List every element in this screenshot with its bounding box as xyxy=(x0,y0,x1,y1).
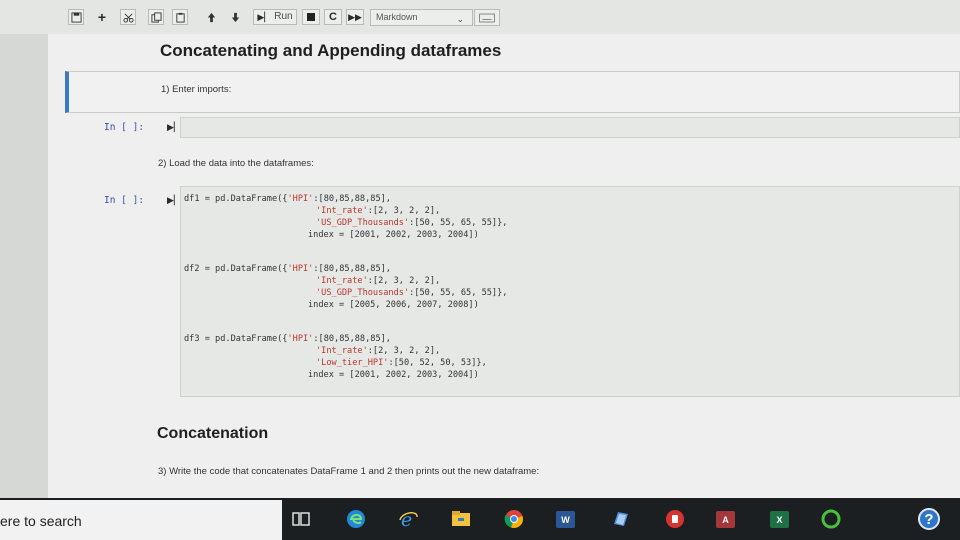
move-up-icon[interactable] xyxy=(203,9,219,25)
add-cell-button[interactable]: + xyxy=(94,9,110,25)
excel-icon[interactable]: X xyxy=(770,511,789,528)
page-margin xyxy=(0,34,48,498)
run-button[interactable]: ▶▏ Run xyxy=(253,9,297,25)
code-line: df3 = pd.DataFrame({'HPI':[80,85,88,85], xyxy=(184,334,391,344)
copy-icon[interactable] xyxy=(148,9,164,25)
run-icon: ▶▏ xyxy=(257,12,272,22)
step-2-text: 2) Load the data into the dataframes: xyxy=(158,158,314,169)
internet-explorer-icon[interactable]: e xyxy=(398,508,420,530)
access-icon[interactable]: A xyxy=(716,511,735,528)
cell-prompt-1: In [ ]: xyxy=(104,122,145,133)
step-1-text: 1) Enter imports: xyxy=(161,84,232,95)
code-line: 'Low_tier_HPI':[50, 52, 50, 53]}, xyxy=(316,358,487,368)
heading-concatenation: Concatenation xyxy=(157,425,269,442)
cell-type-select[interactable]: Markdown ⌄ xyxy=(370,9,473,26)
run-cell-icon[interactable]: ▶▏ xyxy=(167,195,181,206)
notebook-toolbar: + ▶▏ Run C ▶▶ Markdown ⌄ xyxy=(0,0,960,34)
step-3-text: 3) Write the code that concatenates Data… xyxy=(158,466,540,477)
code-line: index = [2001, 2002, 2003, 2004]) xyxy=(308,370,479,380)
code-cell-imports[interactable] xyxy=(180,117,960,138)
code-line: 'Int_rate':[2, 3, 2, 2], xyxy=(316,206,441,216)
code-line: df1 = pd.DataFrame({'HPI':[80,85,88,85], xyxy=(184,194,391,204)
paste-icon[interactable] xyxy=(172,9,188,25)
code-line: index = [2001, 2002, 2003, 2004]) xyxy=(308,230,479,240)
heading-concatenating-appending: Concatenating and Appending dataframes xyxy=(160,41,502,60)
code-line: index = [2005, 2006, 2007, 2008]) xyxy=(308,300,479,310)
move-down-icon[interactable] xyxy=(227,9,243,25)
chevron-down-icon: ⌄ xyxy=(456,14,464,24)
stop-icon xyxy=(307,13,315,21)
restart-icon: C xyxy=(329,11,337,23)
code-line: 'US_GDP_Thousands':[50, 55, 65, 55]}, xyxy=(316,288,508,298)
cut-icon[interactable] xyxy=(120,9,136,25)
interrupt-button[interactable] xyxy=(302,9,320,25)
cell-type-value: Markdown xyxy=(376,12,418,22)
code-line: df2 = pd.DataFrame({'HPI':[80,85,88,85], xyxy=(184,264,391,274)
restart-run-all-button[interactable]: ▶▶ xyxy=(346,9,364,25)
red-app-icon[interactable] xyxy=(664,508,686,530)
green-ring-app-icon[interactable] xyxy=(820,508,842,530)
help-icon[interactable]: ? xyxy=(918,508,940,530)
run-cell-icon[interactable]: ▶▏ xyxy=(167,122,181,133)
keyboard-icon xyxy=(479,13,495,23)
code-line: 'US_GDP_Thousands':[50, 55, 65, 55]}, xyxy=(316,218,508,228)
task-view-icon[interactable] xyxy=(290,508,312,530)
word-icon[interactable]: W xyxy=(556,511,575,528)
cell-prompt-2: In [ ]: xyxy=(104,195,145,206)
fast-forward-icon: ▶▶ xyxy=(348,12,362,22)
file-explorer-icon[interactable] xyxy=(450,508,472,530)
code-line: 'Int_rate':[2, 3, 2, 2], xyxy=(316,346,441,356)
code-cell-dataframes[interactable] xyxy=(180,186,960,397)
command-palette-button[interactable] xyxy=(474,9,500,26)
blue-app-icon[interactable] xyxy=(610,508,632,530)
save-icon[interactable] xyxy=(68,9,84,25)
run-label: Run xyxy=(274,11,293,22)
restart-button[interactable]: C xyxy=(324,9,342,25)
search-placeholder: ere to search xyxy=(0,513,82,529)
chrome-icon[interactable] xyxy=(503,508,525,530)
code-line: 'Int_rate':[2, 3, 2, 2], xyxy=(316,276,441,286)
edge-browser-icon[interactable] xyxy=(345,508,367,530)
